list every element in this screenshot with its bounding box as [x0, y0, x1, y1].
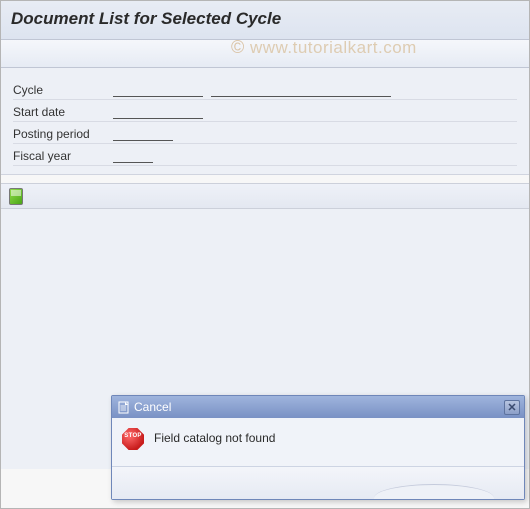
selection-form: Cycle Start date Posting period Fiscal y… — [1, 68, 529, 175]
posting-period-label: Posting period — [13, 127, 113, 143]
icon-toolbar — [1, 183, 529, 209]
row-fiscal-year: Fiscal year — [13, 146, 517, 166]
fiscal-year-input[interactable] — [113, 149, 153, 163]
title-bar: Document List for Selected Cycle — [1, 1, 529, 40]
start-date-input[interactable] — [113, 105, 203, 119]
dialog-close-button[interactable]: ✕ — [504, 400, 520, 415]
dialog-doc-icon — [118, 401, 130, 414]
close-icon: ✕ — [507, 401, 516, 414]
stop-icon: STOP — [122, 428, 144, 450]
posting-period-input[interactable] — [113, 127, 173, 141]
page-title: Document List for Selected Cycle — [11, 9, 519, 29]
dialog-message: Field catalog not found — [154, 428, 275, 445]
toolbar — [1, 40, 529, 68]
dialog-titlebar: Cancel ✕ — [112, 396, 524, 418]
dialog-title-text: Cancel — [134, 400, 171, 414]
dialog-footer — [112, 467, 524, 499]
row-posting-period: Posting period — [13, 124, 517, 144]
dialog-body: STOP Field catalog not found — [112, 418, 524, 467]
cycle-input[interactable] — [113, 83, 203, 97]
start-date-label: Start date — [13, 105, 113, 121]
row-cycle: Cycle — [13, 80, 517, 100]
row-start-date: Start date — [13, 102, 517, 122]
fiscal-year-label: Fiscal year — [13, 149, 113, 165]
cycle-label: Cycle — [13, 83, 113, 99]
execute-icon[interactable] — [9, 188, 23, 205]
cancel-dialog: Cancel ✕ STOP Field catalog not found — [111, 395, 525, 500]
cycle-input-desc[interactable] — [211, 83, 391, 97]
